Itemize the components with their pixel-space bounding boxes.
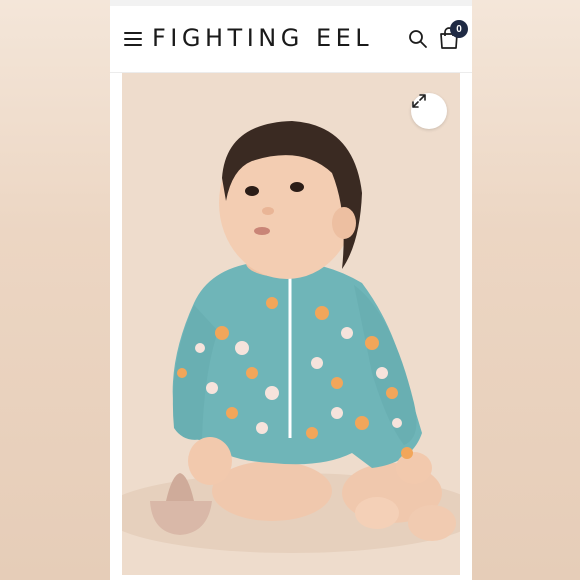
blurred-left-edge [0, 0, 110, 580]
blurred-right-edge [470, 0, 580, 580]
site-header: FIGHTING EEL 0 [110, 6, 472, 73]
mobile-page: FIGHTING EEL 0 [110, 0, 472, 580]
product-image[interactable] [122, 73, 460, 575]
expand-image-button[interactable] [411, 93, 447, 129]
cart-count-badge: 0 [450, 20, 468, 38]
search-icon[interactable] [408, 29, 428, 49]
baby-swimsuit-illustration [122, 73, 460, 575]
bottom-strip [110, 575, 472, 580]
hamburger-menu-icon[interactable] [124, 32, 142, 46]
expand-arrows-icon [412, 94, 426, 108]
brand-logo[interactable]: FIGHTING EEL [152, 24, 373, 52]
